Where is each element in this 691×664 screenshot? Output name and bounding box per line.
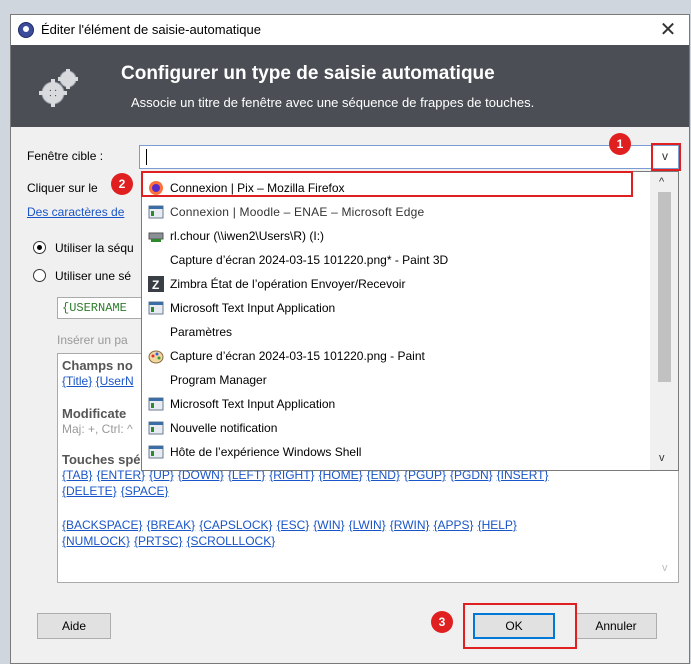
annotation-badge-3: 3: [431, 611, 453, 633]
dropdown-item-label: Connexion | Moodle – ENAE – Microsoft Ed…: [170, 205, 425, 219]
header-title: Configurer un type de saisie automatique: [121, 63, 495, 84]
special-key-link[interactable]: {DELETE}: [62, 484, 117, 498]
click-instruction-label: Cliquer sur le: [27, 181, 98, 195]
target-window-combobox[interactable]: [139, 145, 679, 169]
dropdown-item[interactable]: Microsoft Text Input Application: [142, 296, 650, 320]
field-title-link[interactable]: {Title}: [62, 374, 92, 388]
dropdown-item[interactable]: Capture d’écran 2024-03-15 101220.png* -…: [142, 248, 650, 272]
dropdown-item-label: Program Manager: [170, 373, 267, 387]
special-key-link[interactable]: {BREAK}: [146, 518, 195, 532]
field-username-link[interactable]: {UserN: [96, 374, 134, 388]
dropdown-items: Connexion | Pix – Mozilla Firefox Connexi…: [142, 176, 650, 470]
dropdown-item[interactable]: Connexion | Moodle – ENAE – Microsoft Ed…: [142, 200, 650, 224]
blank-icon: [148, 372, 164, 388]
app-icon: [18, 22, 34, 38]
drive-icon: [148, 228, 164, 244]
target-window-label: Fenêtre cible :: [27, 149, 104, 163]
special-key-link[interactable]: {ESC}: [277, 518, 310, 532]
special-key-link[interactable]: {BACKSPACE}: [62, 518, 142, 532]
special-keys-line-2: {DELETE} {SPACE}: [62, 484, 173, 498]
highlight-firefox-item: [141, 171, 633, 197]
dropdown-item[interactable]: Paramètres: [142, 320, 650, 344]
special-key-link[interactable]: {NUMLOCK}: [62, 534, 130, 548]
special-key-link[interactable]: {WIN}: [313, 518, 344, 532]
panel-scroll-down[interactable]: v: [662, 562, 668, 574]
radio-custom-label: Utiliser une sé: [55, 269, 132, 283]
dropdown-item-label: Hôte de l’expérience Windows Shell: [170, 445, 362, 459]
gears-icon: [39, 69, 78, 107]
paint-icon: [148, 348, 164, 364]
blank-icon: [148, 324, 164, 340]
characters-link[interactable]: Des caractères de: [27, 205, 124, 219]
window-icon: [148, 204, 164, 220]
title-bar: Éditer l'élément de saisie-automatique ✕: [11, 15, 689, 45]
dialog-header: Configurer un type de saisie automatique…: [11, 45, 689, 127]
text-caret: [146, 149, 147, 165]
special-key-link[interactable]: {ENTER}: [96, 468, 145, 482]
blank-icon: [148, 252, 164, 268]
special-key-link[interactable]: {CAPSLOCK}: [199, 518, 272, 532]
radio-default-sequence[interactable]: [33, 241, 46, 254]
highlight-combo-arrow: [651, 143, 681, 171]
dropdown-item-label: Capture d’écran 2024-03-15 101220.png* -…: [170, 253, 449, 267]
special-key-link[interactable]: {TAB}: [62, 468, 92, 482]
highlight-ok-button: [463, 603, 577, 649]
special-key-link[interactable]: {PRTSC}: [134, 534, 182, 548]
dropdown-item[interactable]: rl.chour (\\iwen2\Users\R) (I:): [142, 224, 650, 248]
dropdown-item[interactable]: Microsoft Text Input Application: [142, 392, 650, 416]
special-key-link[interactable]: {HELP}: [478, 518, 517, 532]
scroll-thumb[interactable]: [658, 192, 671, 382]
dropdown-item-label: Paramètres: [170, 325, 233, 339]
annotation-badge-2: 2: [111, 173, 133, 195]
scroll-up-arrow[interactable]: ^: [659, 176, 664, 188]
cancel-button[interactable]: Annuler: [575, 613, 657, 639]
dropdown-item[interactable]: Z Zimbra État de l’opération Envoyer/Rece…: [142, 272, 650, 296]
annotation-badge-1: 1: [609, 133, 631, 155]
help-button[interactable]: Aide: [37, 613, 111, 639]
insert-placeholder-hint: Insérer un pa: [57, 333, 128, 347]
window-icon: [148, 444, 164, 460]
special-keys-line-3: {BACKSPACE} {BREAK} {CAPSLOCK} {ESC} {WIN} {L…: [62, 518, 521, 532]
special-keys-line-4: {NUMLOCK} {PRTSC} {SCROLLLOCK}: [62, 534, 279, 548]
target-window-dropdown-list: Connexion | Pix – Mozilla Firefox Connexi…: [141, 171, 679, 471]
window-icon: [148, 420, 164, 436]
close-button[interactable]: ✕: [651, 17, 685, 43]
dialog-window: Éditer l'élément de saisie-automatique ✕…: [10, 14, 690, 664]
special-key-link[interactable]: {RWIN}: [390, 518, 430, 532]
window-icon: [148, 396, 164, 412]
special-key-link[interactable]: {SPACE}: [121, 484, 169, 498]
dropdown-item[interactable]: Nouvelle notification: [142, 416, 650, 440]
dropdown-item-label: rl.chour (\\iwen2\Users\R) (I:): [170, 229, 325, 243]
fields-section-title: Champs no: [62, 358, 133, 373]
dropdown-item[interactable]: Capture d’écran 2024-03-15 101220.png - …: [142, 344, 650, 368]
dropdown-item-label: Nouvelle notification: [170, 421, 278, 435]
dropdown-item[interactable]: Program Manager: [142, 368, 650, 392]
dropdown-item-label: Microsoft Text Input Application: [170, 397, 336, 411]
scroll-down-arrow[interactable]: v: [659, 452, 665, 464]
svg-text:Z: Z: [152, 278, 159, 292]
special-key-link[interactable]: {SCROLLLOCK}: [187, 534, 276, 548]
special-key-link[interactable]: {LWIN}: [349, 518, 386, 532]
dropdown-item-label: Zimbra État de l’opération Envoyer/Recev…: [170, 277, 406, 291]
radio-default-label: Utiliser la séqu: [55, 241, 134, 255]
dropdown-item-label: Capture d’écran 2024-03-15 101220.png - …: [170, 349, 425, 363]
special-key-link[interactable]: {APPS}: [434, 518, 474, 532]
window-icon: [148, 300, 164, 316]
header-subtitle: Associe un titre de fenêtre avec une séq…: [131, 95, 535, 110]
zimbra-icon: Z: [148, 276, 164, 292]
modifiers-text: Maj: +, Ctrl: ^: [62, 422, 133, 436]
window-title: Éditer l'élément de saisie-automatique: [41, 22, 261, 37]
radio-custom-sequence[interactable]: [33, 269, 46, 282]
fields-links: {Title} {UserN: [62, 374, 134, 388]
modifiers-section-title: Modificate: [62, 406, 127, 421]
dropdown-item[interactable]: Hôte de l’expérience Windows Shell: [142, 440, 650, 464]
dropdown-scrollbar[interactable]: ^ v: [650, 172, 678, 470]
dropdown-item-label: Microsoft Text Input Application: [170, 301, 336, 315]
